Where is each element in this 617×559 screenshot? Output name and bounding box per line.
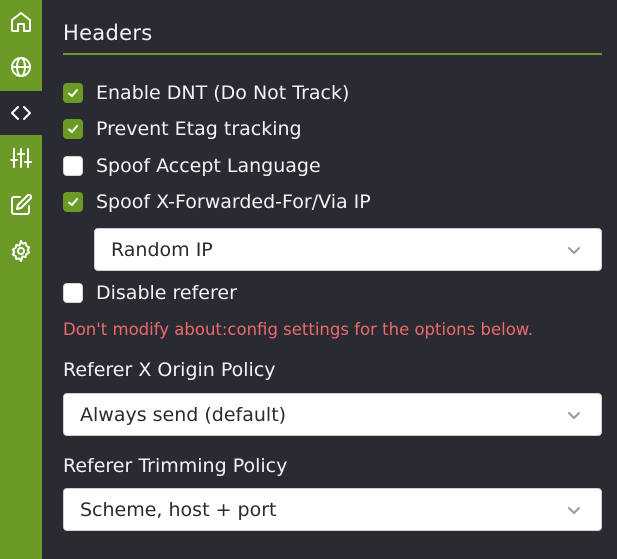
checkmark-icon: [68, 89, 78, 97]
dnt-checkbox[interactable]: [63, 83, 83, 103]
nav-edit[interactable]: [0, 183, 42, 227]
checkmark-icon: [68, 125, 78, 133]
chevron-down-icon: [568, 246, 580, 254]
nav-headers[interactable]: [0, 91, 42, 135]
referer-trimming-select[interactable]: Scheme, host + port: [63, 488, 602, 531]
sliders-icon: [10, 148, 32, 168]
nav-network[interactable]: [0, 45, 42, 89]
gear-icon: [11, 240, 31, 262]
about-config-warning: Don't modify about:config settings for t…: [63, 320, 534, 339]
xff-label: Spoof X-Forwarded-For/Via IP: [96, 191, 371, 213]
etag-label: Prevent Etag tracking: [96, 118, 302, 140]
referer-x-origin-label: Referer X Origin Policy: [63, 359, 276, 381]
globe-icon: [11, 57, 31, 77]
home-icon: [11, 12, 31, 32]
option-disable-referer[interactable]: Disable referer: [63, 280, 237, 306]
referer-x-origin-value: Always send (default): [80, 403, 287, 426]
option-etag[interactable]: Prevent Etag tracking: [63, 116, 302, 142]
checkmark-icon: [68, 198, 78, 206]
etag-checkbox[interactable]: [63, 119, 83, 139]
option-xff[interactable]: Spoof X-Forwarded-For/Via IP: [63, 189, 371, 215]
referer-trimming-label: Referer Trimming Policy: [63, 455, 288, 477]
chevron-down-icon: [568, 411, 580, 419]
chevron-down-icon: [568, 506, 580, 514]
nav-settings[interactable]: [0, 229, 42, 273]
xff-checkbox[interactable]: [63, 192, 83, 212]
dnt-label: Enable DNT (Do Not Track): [96, 82, 350, 104]
disable-referer-checkbox[interactable]: [63, 283, 83, 303]
option-accept-language[interactable]: Spoof Accept Language: [63, 153, 321, 179]
xff-ip-select-value: Random IP: [111, 238, 213, 261]
referer-x-origin-select[interactable]: Always send (default): [63, 393, 602, 436]
section-title: Headers: [63, 21, 153, 45]
edit-icon: [11, 193, 33, 215]
disable-referer-label: Disable referer: [96, 282, 237, 304]
code-icon: [11, 106, 31, 120]
nav-home[interactable]: [0, 0, 42, 44]
referer-trimming-value: Scheme, host + port: [80, 498, 277, 521]
sidebar: [0, 0, 42, 559]
title-divider: [63, 53, 602, 55]
xff-ip-select[interactable]: Random IP: [94, 228, 602, 271]
accept-language-checkbox[interactable]: [63, 156, 83, 176]
accept-language-label: Spoof Accept Language: [96, 155, 321, 177]
option-dnt[interactable]: Enable DNT (Do Not Track): [63, 80, 349, 106]
nav-options[interactable]: [0, 136, 42, 180]
